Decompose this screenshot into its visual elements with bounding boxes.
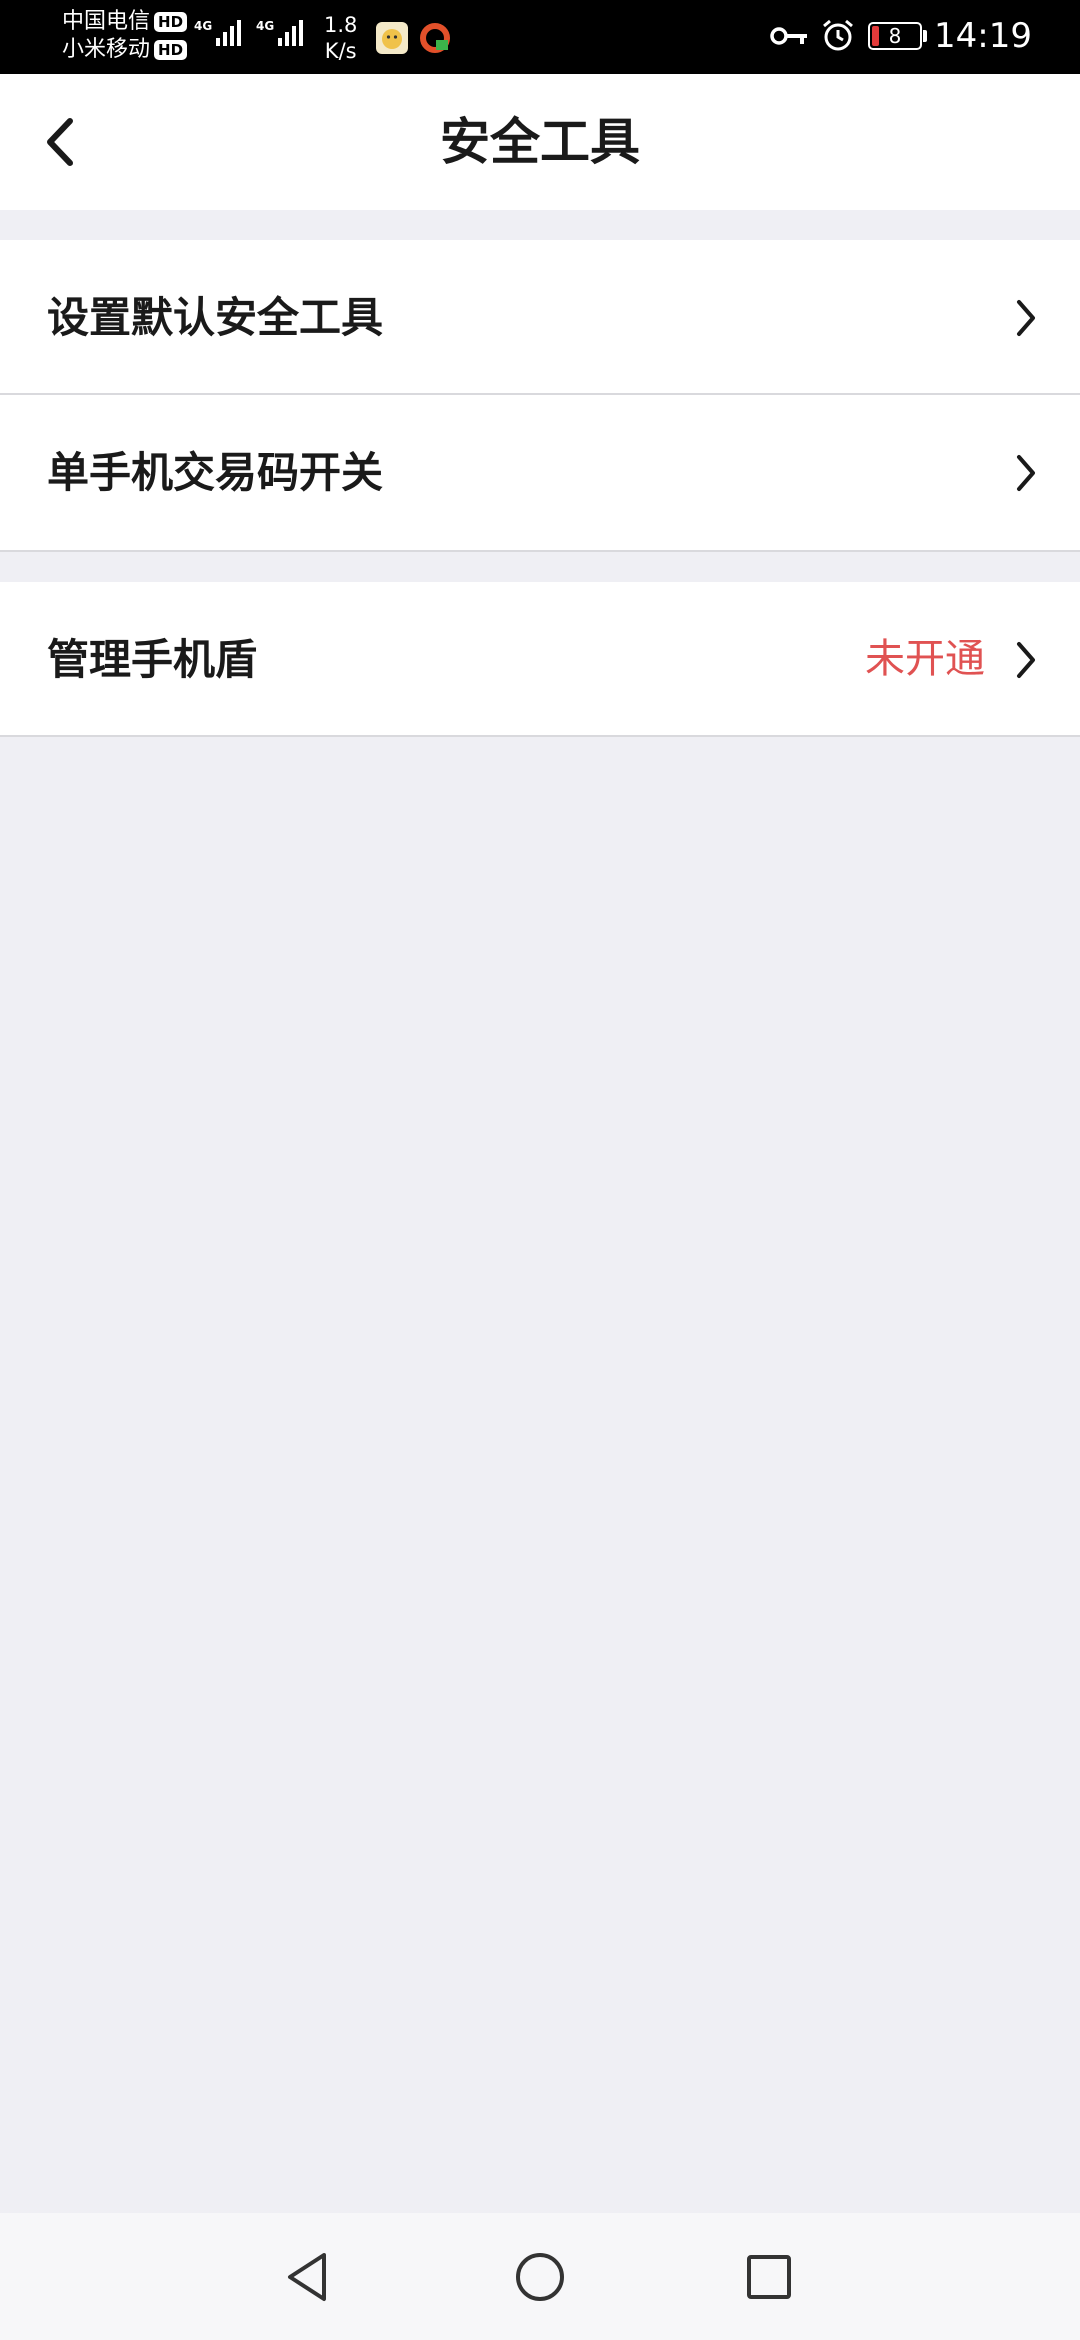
carrier-1-label: 中国电信 <box>62 9 151 34</box>
chevron-right-icon <box>1017 300 1035 336</box>
menu-item-label: 管理手机盾 <box>47 635 258 684</box>
alarm-icon <box>823 19 853 51</box>
settings-group-2: 管理手机盾 未开通 <box>0 582 1080 737</box>
settings-group-1: 设置默认安全工具 单手机交易码开关 <box>0 240 1080 551</box>
recents-square-icon <box>747 2255 791 2299</box>
divider <box>0 550 1080 552</box>
status-value: 未开通 <box>865 636 985 682</box>
system-nav-bar <box>0 2213 1080 2340</box>
face-icon <box>382 29 402 49</box>
signal-icon: 4G <box>256 19 303 46</box>
battery-tip <box>923 30 927 42</box>
speed-value: 1.8 <box>324 13 358 37</box>
vpn-key-icon <box>770 27 807 45</box>
speed-unit: K/s <box>324 39 357 63</box>
system-recents-button[interactable] <box>733 2241 805 2313</box>
notification-app-icon <box>419 22 451 54</box>
battery-level: 8 <box>888 24 902 48</box>
app-header: 安全工具 <box>0 74 1080 210</box>
notification-app-icon <box>376 22 408 54</box>
menu-item-transaction-code-switch[interactable]: 单手机交易码开关 <box>0 395 1080 550</box>
hd-badge: HD <box>154 12 188 32</box>
menu-item-label: 设置默认安全工具 <box>47 293 384 342</box>
battery-icon: 8 <box>868 22 922 50</box>
network-type-label: 4G <box>194 19 212 33</box>
status-bar: 中国电信 HD 小米移动 HD 4G 4G 1.8 K/s 8 14:19 <box>0 0 1080 74</box>
menu-item-label: 单手机交易码开关 <box>47 448 384 497</box>
chevron-right-icon <box>1017 455 1035 491</box>
menu-item-phone-shield[interactable]: 管理手机盾 未开通 <box>0 582 1080 737</box>
system-back-button[interactable] <box>272 2241 344 2313</box>
home-circle-icon <box>516 2253 564 2301</box>
carrier-info: 中国电信 HD 小米移动 HD <box>62 8 188 64</box>
carrier-2-label: 小米移动 <box>62 37 151 62</box>
ring-app-icon <box>420 23 450 53</box>
menu-item-default-security-tool[interactable]: 设置默认安全工具 <box>0 240 1080 395</box>
hd-badge: HD <box>154 40 188 60</box>
signal-icon: 4G <box>194 19 241 46</box>
chevron-right-icon <box>1017 642 1035 678</box>
divider <box>0 735 1080 737</box>
network-speed: 1.8 K/s <box>324 12 357 64</box>
status-time: 14:19 <box>934 16 1032 56</box>
network-type-label: 4G <box>256 19 274 33</box>
back-triangle-icon <box>288 2253 326 2301</box>
system-home-button[interactable] <box>504 2241 576 2313</box>
page-title: 安全工具 <box>440 113 640 171</box>
